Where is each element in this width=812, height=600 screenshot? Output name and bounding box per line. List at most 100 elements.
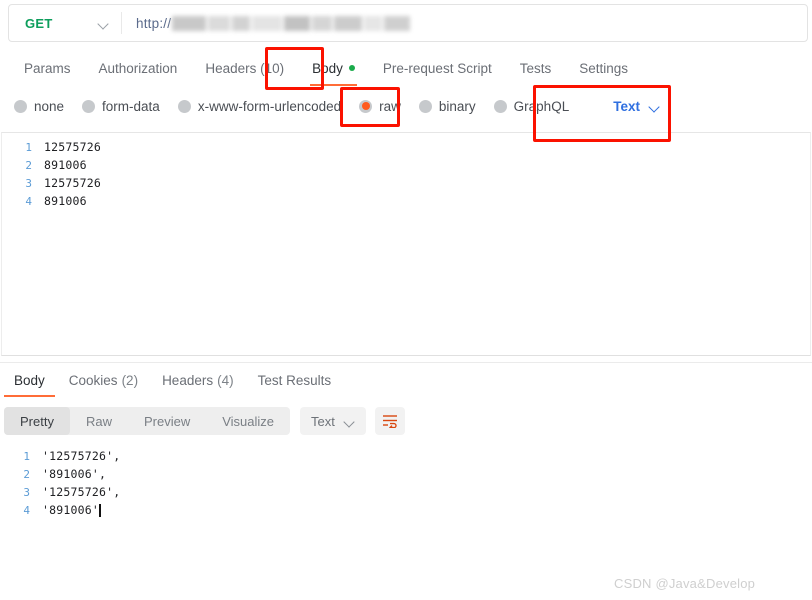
response-tab-headers[interactable]: Headers (4) xyxy=(150,367,246,393)
code-line: 1 '12575726', xyxy=(0,447,812,465)
response-separator xyxy=(0,362,812,363)
tab-settings-label: Settings xyxy=(579,60,628,76)
tab-tests[interactable]: Tests xyxy=(506,51,566,85)
line-number: 2 xyxy=(25,158,32,172)
body-format-value: Text xyxy=(613,98,640,114)
radio-form-data-icon xyxy=(82,99,96,113)
response-tab-body-label: Body xyxy=(14,372,45,388)
radio-x-www-form-urlencoded-icon xyxy=(177,99,191,113)
line-text: 891006 xyxy=(44,194,87,208)
body-type-radio-group: none form-data x-www-form-urlencoded raw… xyxy=(0,90,812,122)
response-view-preview-label: Preview xyxy=(143,413,191,429)
radio-raw[interactable]: raw xyxy=(359,99,401,114)
response-view-pretty[interactable]: Pretty xyxy=(4,407,70,435)
response-tab-headers-count: (4) xyxy=(217,372,234,388)
line-number: 3 xyxy=(25,176,32,190)
response-tab-test-results[interactable]: Test Results xyxy=(246,367,344,393)
response-tab-cookies[interactable]: Cookies (2) xyxy=(57,367,150,393)
body-format-dropdown[interactable]: Text xyxy=(613,99,660,114)
code-line: 4 891006 xyxy=(2,192,810,210)
radio-none[interactable]: none xyxy=(14,99,64,114)
line-text: '891006' xyxy=(42,503,99,517)
response-tabs: Body Cookies (2) Headers (4) Test Result… xyxy=(0,366,812,397)
response-tab-headers-label: Headers xyxy=(162,372,214,388)
radio-graphql-icon xyxy=(493,99,507,113)
word-wrap-icon xyxy=(382,415,397,428)
response-body-code-lines: 1 '12575726', 2 '891006', 3 '12575726', … xyxy=(0,442,812,519)
response-toolbar: Pretty Raw Preview Visualize Text xyxy=(0,404,812,438)
tab-headers[interactable]: Headers (10) xyxy=(191,51,298,85)
tab-authorization-label: Authorization xyxy=(98,60,178,76)
response-tab-body[interactable]: Body xyxy=(2,367,57,397)
radio-raw-label: raw xyxy=(379,98,401,114)
url-input[interactable]: http:// xyxy=(122,5,807,41)
body-modified-dot-icon xyxy=(348,65,355,71)
response-view-pretty-label: Pretty xyxy=(20,413,54,429)
radio-none-label: none xyxy=(34,98,65,114)
line-text: '12575726', xyxy=(42,449,121,463)
request-body-code-lines: 1 12575726 2 891006 3 12575726 4 891006 xyxy=(2,133,810,210)
request-url-bar: GET http:// xyxy=(8,4,808,42)
line-text: '12575726', xyxy=(42,485,121,499)
chevron-down-icon xyxy=(649,103,660,110)
tab-settings[interactable]: Settings xyxy=(565,51,642,85)
http-method-label: GET xyxy=(25,15,53,31)
response-body-viewer[interactable]: 1 '12575726', 2 '891006', 3 '12575726', … xyxy=(0,442,812,562)
radio-x-www-form-urlencoded[interactable]: x-www-form-urlencoded xyxy=(177,98,342,114)
url-redacted-region xyxy=(172,15,411,31)
tab-body-label: Body xyxy=(312,60,343,76)
tab-pre-request-script[interactable]: Pre-request Script xyxy=(369,51,506,85)
request-url-bar-row: GET http:// xyxy=(0,0,812,47)
line-number: 1 xyxy=(25,140,32,154)
response-format-value: Text xyxy=(311,413,335,429)
line-text: '891006', xyxy=(42,467,107,481)
code-line: 2 '891006', xyxy=(0,465,812,483)
radio-none-icon xyxy=(14,99,27,113)
response-tab-test-results-label: Test Results xyxy=(257,372,332,388)
code-line: 1 12575726 xyxy=(2,138,810,156)
tab-params-label: Params xyxy=(24,60,71,76)
line-number: 3 xyxy=(23,485,30,499)
tab-body[interactable]: Body xyxy=(298,51,369,86)
line-number: 1 xyxy=(23,449,30,463)
response-format-dropdown[interactable]: Text xyxy=(300,407,366,435)
line-text: 12575726 xyxy=(44,176,101,190)
radio-graphql-label: GraphQL xyxy=(513,98,570,114)
response-view-raw[interactable]: Raw xyxy=(70,407,128,435)
request-body-editor[interactable]: 1 12575726 2 891006 3 12575726 4 891006 xyxy=(1,132,811,356)
radio-binary-label: binary xyxy=(438,98,476,114)
radio-raw-icon xyxy=(359,99,373,113)
word-wrap-button[interactable] xyxy=(374,407,405,435)
tab-params[interactable]: Params xyxy=(10,51,85,85)
radio-graphql[interactable]: GraphQL xyxy=(493,98,570,114)
line-number: 4 xyxy=(23,503,30,517)
chevron-down-icon xyxy=(98,20,109,27)
response-tab-cookies-count: (2) xyxy=(121,372,139,388)
tab-pre-request-script-label: Pre-request Script xyxy=(382,60,492,76)
response-view-preview[interactable]: Preview xyxy=(128,407,206,435)
url-protocol-text: http:// xyxy=(136,15,172,31)
line-text: 891006 xyxy=(44,158,87,172)
http-method-dropdown[interactable]: GET xyxy=(9,5,121,41)
text-cursor xyxy=(99,503,101,517)
response-view-visualize[interactable]: Visualize xyxy=(206,407,290,435)
response-tab-cookies-label: Cookies xyxy=(68,372,118,388)
tab-authorization[interactable]: Authorization xyxy=(85,51,192,85)
line-number: 2 xyxy=(23,467,30,481)
code-line: 4 '891006' xyxy=(0,501,812,519)
radio-binary-icon xyxy=(418,99,432,113)
code-line: 3 '12575726', xyxy=(0,483,812,501)
radio-form-data[interactable]: form-data xyxy=(82,99,160,114)
line-text: 12575726 xyxy=(44,140,101,154)
chevron-down-icon xyxy=(344,418,355,425)
response-view-visualize-label: Visualize xyxy=(222,413,275,429)
response-view-raw-label: Raw xyxy=(85,413,112,429)
request-tabs: Params Authorization Headers (10) Body P… xyxy=(0,50,812,86)
radio-x-www-form-urlencoded-label: x-www-form-urlencoded xyxy=(197,98,342,114)
watermark: CSDN @Java&Develop xyxy=(614,576,756,591)
tab-headers-label: Headers (10) xyxy=(205,60,285,76)
radio-form-data-label: form-data xyxy=(102,98,160,114)
line-number: 4 xyxy=(25,194,32,208)
code-line: 3 12575726 xyxy=(2,174,810,192)
radio-binary[interactable]: binary xyxy=(418,98,476,114)
